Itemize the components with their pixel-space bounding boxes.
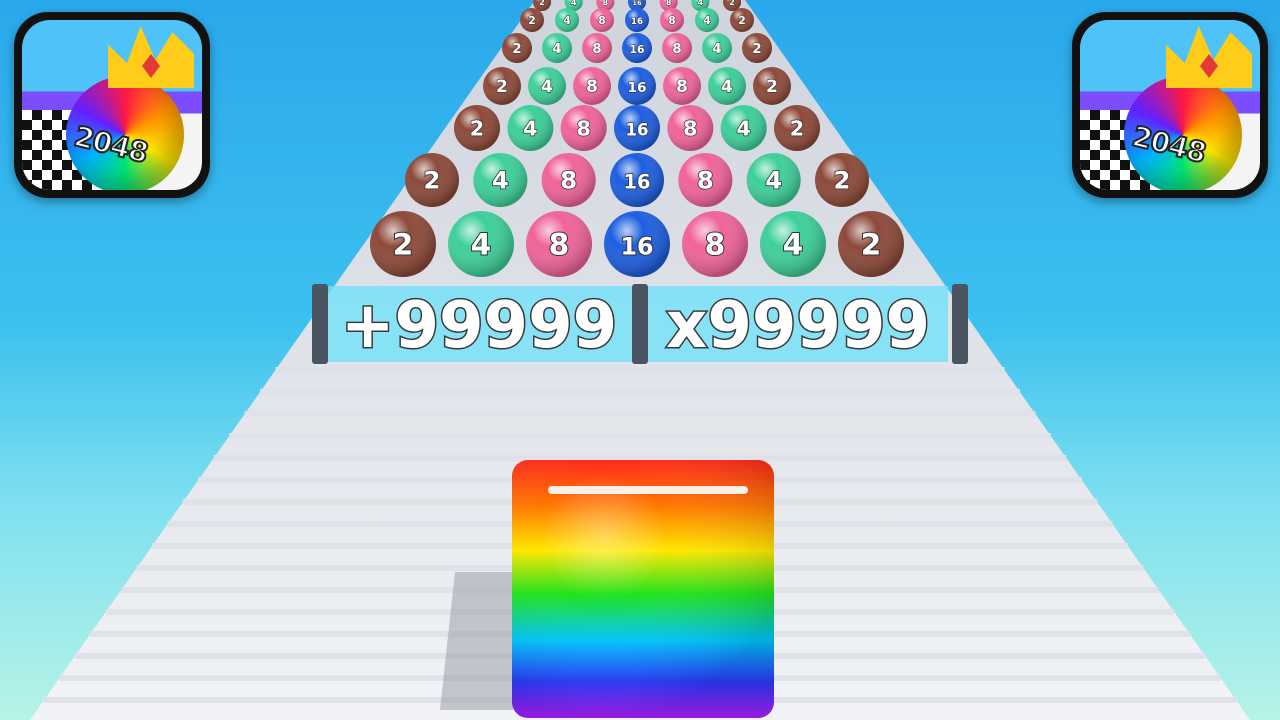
ball-number: 2 <box>738 14 746 27</box>
ball-number: 4 <box>552 41 561 57</box>
number-ball: 16 <box>618 67 656 105</box>
ball-number: 2 <box>528 14 536 27</box>
ball-number: 8 <box>560 166 577 195</box>
ball-number: 2 <box>470 116 484 140</box>
ball-number: 4 <box>492 166 509 195</box>
app-icon-left: 2048 <box>14 12 210 198</box>
ball-number: 2 <box>834 166 851 195</box>
number-ball: 2 <box>742 33 772 63</box>
number-ball: 4 <box>695 8 719 32</box>
player-cube <box>512 460 774 718</box>
ball-number: 4 <box>471 228 492 263</box>
number-ball: 8 <box>582 33 612 63</box>
ball-number: 2 <box>752 41 761 57</box>
ball-number: 16 <box>620 233 653 261</box>
ball-number: 2 <box>496 77 508 97</box>
ball-number: 16 <box>631 17 643 27</box>
ball-number: 8 <box>586 77 598 97</box>
ball-number: 16 <box>632 0 642 7</box>
ball-number: 4 <box>571 0 577 7</box>
number-ball: 2 <box>502 33 532 63</box>
ball-number: 4 <box>563 14 571 27</box>
number-ball: 8 <box>678 153 733 207</box>
number-ball: 4 <box>555 8 579 32</box>
number-ball: 8 <box>526 211 592 277</box>
number-ball: 4 <box>760 211 826 277</box>
ball-number: 2 <box>393 228 414 263</box>
number-ball: 8 <box>662 33 692 63</box>
ball-number: 4 <box>721 77 733 97</box>
ball-number: 16 <box>629 43 644 56</box>
ball-number: 16 <box>623 171 650 194</box>
number-ball: 2 <box>520 8 544 32</box>
ball-number: 8 <box>672 41 681 57</box>
number-ball: 16 <box>625 8 649 32</box>
number-ball: 16 <box>614 105 660 151</box>
gate-post-right <box>952 284 968 364</box>
number-ball: 2 <box>774 105 820 151</box>
ball-number: 16 <box>627 80 646 96</box>
ball-number: 4 <box>541 77 553 97</box>
ball-number: 8 <box>603 0 609 7</box>
plus-gate-label: +99999 <box>339 289 618 364</box>
number-ball: 8 <box>573 67 611 105</box>
number-ball: 4 <box>507 105 554 151</box>
number-ball: 4 <box>708 67 746 105</box>
ball-number: 2 <box>424 166 441 195</box>
number-ball: 8 <box>667 105 714 151</box>
number-ball: 2 <box>838 211 904 277</box>
ball-number: 2 <box>861 228 882 263</box>
ball-number: 8 <box>576 116 590 140</box>
number-ball: 2 <box>483 67 521 105</box>
number-ball: 8 <box>590 8 614 32</box>
ball-number: 8 <box>666 0 672 7</box>
number-ball: 8 <box>541 153 596 207</box>
ball-number: 8 <box>705 228 726 263</box>
gate-post-middle <box>632 284 648 364</box>
ball-number: 4 <box>712 41 721 57</box>
number-ball: 8 <box>560 105 607 151</box>
ball-number: 2 <box>790 116 804 140</box>
ball-number: 8 <box>683 116 697 140</box>
ball-number: 4 <box>523 116 537 140</box>
number-ball: 4 <box>746 153 801 207</box>
number-ball: 2 <box>405 153 459 207</box>
ball-number: 2 <box>729 0 735 7</box>
ball-number: 4 <box>783 228 804 263</box>
ball-number: 8 <box>676 77 688 97</box>
ball-number: 4 <box>703 14 711 27</box>
ball-number: 2 <box>512 41 521 57</box>
number-ball: 8 <box>682 211 748 277</box>
ball-number: 4 <box>765 166 782 195</box>
number-ball: 8 <box>660 8 684 32</box>
number-ball: 4 <box>542 33 572 63</box>
number-ball: 2 <box>730 8 754 32</box>
number-ball: 2 <box>753 67 791 105</box>
number-ball: 4 <box>473 153 528 207</box>
app-icon-right: 2048 <box>1072 12 1268 198</box>
number-ball: 8 <box>663 67 701 105</box>
number-ball: 4 <box>720 105 767 151</box>
ball-number: 8 <box>598 14 606 27</box>
ball-number: 8 <box>549 228 570 263</box>
ball-number: 8 <box>592 41 601 57</box>
number-ball: 4 <box>528 67 566 105</box>
ball-number: 16 <box>625 120 648 139</box>
ball-number: 8 <box>668 14 676 27</box>
ball-number: 4 <box>736 116 750 140</box>
ball-number: 4 <box>698 0 704 7</box>
ball-number: 2 <box>539 0 545 7</box>
ball-number: 8 <box>697 166 714 195</box>
number-ball: 16 <box>622 33 652 63</box>
number-ball: 2 <box>454 105 500 151</box>
number-ball: 16 <box>604 211 670 277</box>
number-ball: 4 <box>702 33 732 63</box>
number-ball: 4 <box>448 211 514 277</box>
multiply-gate-label: x99999 <box>665 289 932 364</box>
ball-number: 2 <box>766 77 778 97</box>
number-ball: 2 <box>370 211 436 277</box>
number-ball: 16 <box>610 153 664 207</box>
number-ball: 2 <box>815 153 869 207</box>
